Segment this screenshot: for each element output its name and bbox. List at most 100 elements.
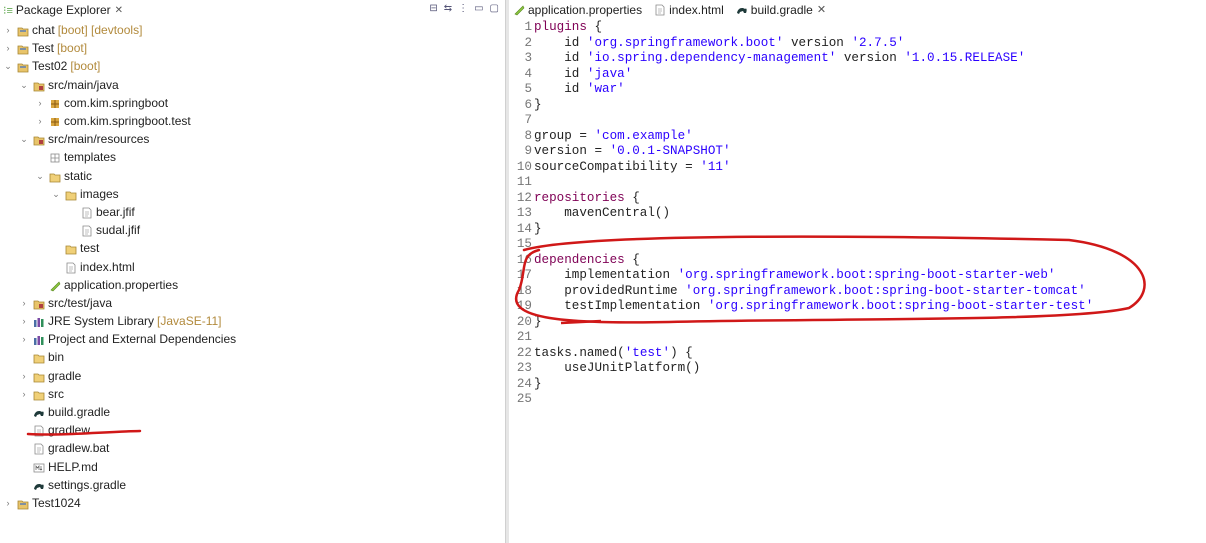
- folder-icon: [49, 170, 61, 182]
- minimize-icon[interactable]: ▭: [474, 3, 483, 14]
- code-text: dependencies {: [534, 253, 640, 269]
- line-number: 20: [516, 314, 532, 329]
- tree-item[interactable]: › Project and External Dependencies: [0, 330, 505, 348]
- tree-item[interactable]: › gradle: [0, 367, 505, 385]
- tree-item-label: build.gradle: [48, 405, 111, 420]
- close-icon[interactable]: ✕: [115, 5, 123, 16]
- tree-item[interactable]: bin: [0, 348, 505, 366]
- line-number: 2: [524, 35, 532, 50]
- tree-item[interactable]: HELP.md: [0, 458, 505, 476]
- code-editor[interactable]: 1 plugins {2 id 'org.springframework.boot…: [509, 20, 1093, 408]
- code-token: }: [534, 221, 542, 236]
- source-folder-icon: [33, 133, 45, 146]
- expand-arrow-icon[interactable]: ›: [3, 39, 13, 57]
- tree-item[interactable]: test: [0, 239, 505, 257]
- link-editor-icon[interactable]: ⇆: [444, 3, 452, 14]
- expand-arrow-icon[interactable]: ›: [19, 330, 29, 348]
- tree-item[interactable]: templates: [0, 148, 505, 166]
- tree-item-label: index.html: [80, 259, 135, 274]
- tree-item[interactable]: › Test [boot]: [0, 39, 505, 57]
- code-line: 3 id 'io.spring.dependency-management' v…: [509, 51, 1093, 67]
- tree-item[interactable]: › src: [0, 385, 505, 403]
- gradle-icon: [33, 406, 45, 418]
- collapse-all-icon[interactable]: ⊟: [429, 3, 437, 14]
- tree-item-label: Test: [32, 41, 55, 56]
- code-line: 14}: [509, 222, 1093, 238]
- tree-item-label: gradle: [48, 368, 82, 383]
- line-number: 5: [524, 82, 532, 96]
- tree-item-label: bin: [48, 350, 65, 365]
- tree-item[interactable]: › JRE System Library [JavaSE-11]: [0, 312, 505, 330]
- expand-arrow-icon[interactable]: ›: [19, 385, 29, 403]
- code-token: ) {: [670, 345, 693, 360]
- expand-arrow-icon[interactable]: ›: [3, 21, 13, 39]
- tree-item[interactable]: ⌄ src/main/java: [0, 76, 505, 94]
- code-token: providedRuntime: [534, 283, 686, 298]
- project-icon: [17, 42, 29, 55]
- editor-tab-label: build.gradle: [750, 2, 813, 17]
- collapse-arrow-icon[interactable]: ⌄: [51, 185, 61, 203]
- expand-arrow-icon[interactable]: ›: [19, 294, 29, 312]
- string-literal: '0.0.1-SNAPSHOT': [609, 144, 731, 158]
- editor-tab[interactable]: application.properties: [509, 0, 650, 19]
- tree-item[interactable]: ⌄ images: [0, 185, 505, 203]
- line-number: 23: [516, 361, 532, 375]
- tree-item-decoration: [boot]: [57, 41, 88, 56]
- collapse-arrow-icon[interactable]: ⌄: [19, 130, 29, 148]
- package-icon: [49, 151, 61, 163]
- code-line: 23 useJUnitPlatform(): [509, 361, 1093, 377]
- expand-arrow-icon[interactable]: ›: [19, 367, 29, 385]
- editor-tab[interactable]: index.html: [650, 0, 732, 19]
- view-menu-icon[interactable]: ⋮: [458, 3, 468, 14]
- tree-item[interactable]: gradlew.bat: [0, 439, 505, 457]
- library-icon: [33, 333, 45, 346]
- tree-item-label: src/main/java: [48, 77, 119, 92]
- tree-item[interactable]: › com.kim.springboot: [0, 94, 505, 112]
- package-icon: [49, 97, 61, 109]
- collapse-arrow-icon[interactable]: ⌄: [19, 76, 29, 94]
- tree-item[interactable]: ⌄ src/main/resources: [0, 130, 505, 148]
- collapse-arrow-icon[interactable]: ⌄: [3, 57, 13, 75]
- code-text: testImplementation 'org.springframework.…: [534, 299, 1093, 315]
- expand-arrow-icon[interactable]: ›: [19, 312, 29, 330]
- tree-item[interactable]: › chat [boot] [devtools]: [0, 21, 505, 39]
- tree-item[interactable]: build.gradle: [0, 403, 505, 421]
- tree-item[interactable]: sudal.jfif: [0, 221, 505, 239]
- tree-item[interactable]: › Test1024: [0, 494, 505, 512]
- tree-item[interactable]: ⌄ static: [0, 167, 505, 185]
- tree-item[interactable]: ⌄ Test02 [boot]: [0, 57, 505, 75]
- tree-item[interactable]: index.html: [0, 257, 505, 275]
- code-line: 6}: [509, 98, 1093, 114]
- code-token: }: [534, 314, 542, 329]
- code-line: 18 providedRuntime 'org.springframework.…: [509, 284, 1093, 300]
- expand-arrow-icon[interactable]: ›: [35, 112, 45, 130]
- markdown-file-icon: [33, 461, 45, 473]
- line-number: 10: [516, 159, 532, 174]
- string-literal: 'test': [624, 345, 671, 360]
- code-line: 13 mavenCentral(): [509, 206, 1093, 222]
- close-icon[interactable]: ✕: [817, 3, 826, 16]
- editor-tab[interactable]: build.gradle ✕: [731, 0, 835, 19]
- string-literal: 'org.springframework.boot:spring-boot-st…: [707, 299, 1094, 313]
- maximize-icon[interactable]: ▢: [490, 3, 499, 14]
- tree-item[interactable]: bear.jfif: [0, 203, 505, 221]
- code-line: 11: [509, 175, 1093, 191]
- folder-icon: [33, 388, 45, 401]
- code-line: 1 plugins {: [509, 20, 1093, 36]
- expand-arrow-icon[interactable]: ›: [3, 494, 13, 512]
- tree-item[interactable]: application.properties: [0, 276, 505, 294]
- string-literal: 'com.example': [594, 128, 693, 143]
- file-icon: [65, 261, 77, 273]
- tree-item-label: static: [64, 168, 93, 183]
- tree-item[interactable]: settings.gradle: [0, 476, 505, 494]
- collapse-arrow-icon[interactable]: ⌄: [35, 167, 45, 185]
- code-text: sourceCompatibility = '11': [534, 160, 731, 176]
- code-line: 4 id 'java': [509, 67, 1093, 83]
- code-line: 22 tasks.named('test') {: [509, 346, 1093, 362]
- expand-arrow-icon[interactable]: ›: [35, 94, 45, 112]
- tree-item[interactable]: › src/test/java: [0, 294, 505, 312]
- code-token: {: [586, 20, 603, 34]
- line-number: 6: [524, 97, 532, 112]
- tree-item[interactable]: gradlew: [0, 421, 505, 439]
- tree-item[interactable]: › com.kim.springboot.test: [0, 112, 505, 130]
